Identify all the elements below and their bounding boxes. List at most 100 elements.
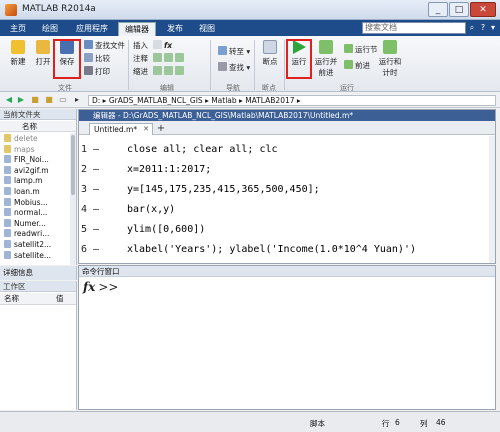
file-item[interactable]: loan.m: [4, 187, 40, 197]
compare-button[interactable]: 比较: [84, 53, 110, 64]
editor-scrollbar[interactable]: [489, 136, 495, 263]
workspace-name-header[interactable]: 名称: [4, 293, 19, 305]
file-item[interactable]: avi2gif.m: [4, 165, 49, 176]
address-bar: ◀ ▶ ■ ■ ▭ ▸ D: ▸ GrADS_MATLAB_NCL_GIS ▸ …: [0, 93, 500, 108]
folder-item[interactable]: maps: [4, 144, 35, 155]
file-item[interactable]: lamp.m: [4, 176, 42, 186]
browse-folder-icon[interactable]: ■: [44, 95, 54, 105]
breakpoint-marker[interactable]: —: [93, 180, 99, 200]
help-icon[interactable]: ?: [479, 23, 487, 32]
back-icon[interactable]: ◀: [4, 95, 14, 105]
breakpoint-marker[interactable]: —: [93, 200, 99, 220]
find-files-button[interactable]: 查找文件: [84, 40, 125, 51]
tab-view[interactable]: 视图: [192, 22, 222, 36]
ribbon-toolbar: 新建 打开 保存 查找文件 比较 打印 文件 插入 注释 缩进 fx 编辑 转至…: [0, 36, 500, 92]
fx-label: fx: [164, 41, 173, 50]
run-group-label: 运行: [340, 84, 354, 92]
expand-icon[interactable]: ▾: [489, 23, 497, 32]
search-icon[interactable]: ⌕: [468, 23, 476, 32]
goto-button[interactable]: 转至 ▾: [218, 46, 250, 57]
navigate-group-label: 导航: [226, 84, 240, 92]
tab-editor[interactable]: 编辑器: [118, 22, 156, 36]
drive-icon[interactable]: ▭: [58, 95, 68, 105]
find-icon: [218, 62, 227, 71]
function-browser-icon[interactable]: fx: [83, 280, 95, 294]
compare-label: 比较: [95, 54, 110, 63]
run-and-advance-button[interactable]: 运行并前进: [312, 40, 340, 78]
comment-label: 注释: [133, 54, 148, 63]
new-button[interactable]: 新建: [6, 40, 30, 67]
workspace-value-header[interactable]: 值: [56, 293, 64, 305]
file-item[interactable]: readwri...: [4, 229, 49, 239]
code-area[interactable]: 1— close all; clear all; clc 2— x=2011:1:20…: [79, 136, 495, 263]
file-item[interactable]: Mobius...: [4, 197, 48, 208]
status-bar: 脚本 行 6 列 46: [0, 411, 500, 432]
code-line[interactable]: 3— y=[145,175,235,415,365,500,450];: [79, 180, 489, 200]
search-documentation-input[interactable]: 搜索文档: [362, 22, 466, 34]
code-line[interactable]: 5— ylim([0,600]): [79, 220, 489, 240]
file-item[interactable]: satellit2...: [4, 240, 51, 250]
window-title: MATLAB R2014a: [22, 4, 96, 14]
breakpoint-marker[interactable]: —: [93, 220, 99, 240]
details-panel-title[interactable]: 详细信息: [0, 266, 77, 280]
minimize-button[interactable]: _: [428, 2, 448, 17]
file-item[interactable]: FIR_Noi...: [4, 155, 49, 165]
run-and-time-button[interactable]: 运行和计时: [376, 40, 404, 78]
tab-apps[interactable]: 应用程序: [68, 22, 116, 36]
folder-up-icon[interactable]: ■: [30, 95, 40, 105]
name-column-header[interactable]: 名称: [0, 121, 76, 132]
edit-group-label: 编辑: [160, 84, 174, 92]
print-button[interactable]: 打印: [84, 66, 110, 77]
find-button[interactable]: 查找 ▾: [218, 62, 250, 73]
open-button[interactable]: 打开: [32, 40, 54, 67]
insert-label: 插入: [133, 41, 148, 50]
tab-home[interactable]: 主页: [4, 22, 32, 36]
col-label: 列: [420, 419, 428, 428]
forward-icon[interactable]: ▶: [16, 95, 26, 105]
m-file-icon: [4, 176, 11, 185]
file-type-label: 脚本: [310, 419, 325, 428]
file-item[interactable]: normal...: [4, 208, 47, 218]
advance-button[interactable]: 前进: [344, 60, 370, 71]
code-line[interactable]: 6— xlabel('Years'); ylabel('Income(1.0*10…: [79, 240, 489, 260]
goto-label: 转至: [229, 47, 244, 56]
run-section-button[interactable]: 运行节: [344, 44, 378, 55]
new-tab-icon[interactable]: +: [155, 123, 167, 135]
folder-icon: [4, 134, 11, 142]
file-item[interactable]: satellite...: [4, 250, 51, 261]
separator: [254, 40, 255, 90]
comment-button[interactable]: 注释: [133, 53, 148, 64]
maximize-button[interactable]: □: [449, 2, 469, 17]
indent-button[interactable]: 缩进: [133, 66, 148, 77]
indent-tools[interactable]: [153, 66, 186, 77]
tab-close-icon[interactable]: ✕: [143, 124, 149, 135]
folder-scrollbar[interactable]: [70, 133, 76, 265]
separator: [210, 40, 211, 90]
code-text: x=2011:1:2017;: [127, 164, 212, 175]
tab-untitled[interactable]: Untitled.m* ✕: [89, 123, 153, 135]
editor-tabs: Untitled.m* ✕ +: [79, 121, 495, 135]
command-prompt[interactable]: fx >>: [83, 280, 118, 294]
scrollbar-thumb[interactable]: [71, 135, 75, 195]
breakpoint-marker[interactable]: —: [93, 160, 99, 180]
smart-indent-icon: [153, 66, 162, 75]
address-path[interactable]: D: ▸ GrADS_MATLAB_NCL_GIS ▸ Matlab ▸ MAT…: [88, 95, 496, 106]
run-and-time-icon: [383, 40, 397, 54]
file-item[interactable]: Numer...: [4, 218, 46, 229]
breakpoint-marker[interactable]: —: [93, 140, 99, 160]
command-window[interactable]: 命令行窗口 fx >>: [78, 265, 496, 410]
folder-item[interactable]: delete: [4, 134, 38, 144]
code-line[interactable]: 2— x=2011:1:2017;: [79, 160, 489, 180]
path-dropdown-icon[interactable]: ▸: [72, 95, 82, 105]
tab-plots[interactable]: 绘图: [34, 22, 66, 36]
breakpoint-marker[interactable]: —: [93, 240, 99, 260]
breakpoints-button[interactable]: 断点: [258, 40, 282, 67]
close-button[interactable]: ✕: [470, 2, 496, 17]
tab-publish[interactable]: 发布: [160, 22, 190, 36]
code-text: ylim([0,600]): [127, 224, 206, 235]
comment-tools[interactable]: [153, 53, 186, 64]
code-line[interactable]: 4— bar(x,y): [79, 200, 489, 220]
code-line[interactable]: 1— close all; clear all; clc: [79, 140, 489, 160]
insert-function-button[interactable]: fx: [153, 40, 172, 51]
insert-button[interactable]: 插入: [133, 40, 148, 51]
